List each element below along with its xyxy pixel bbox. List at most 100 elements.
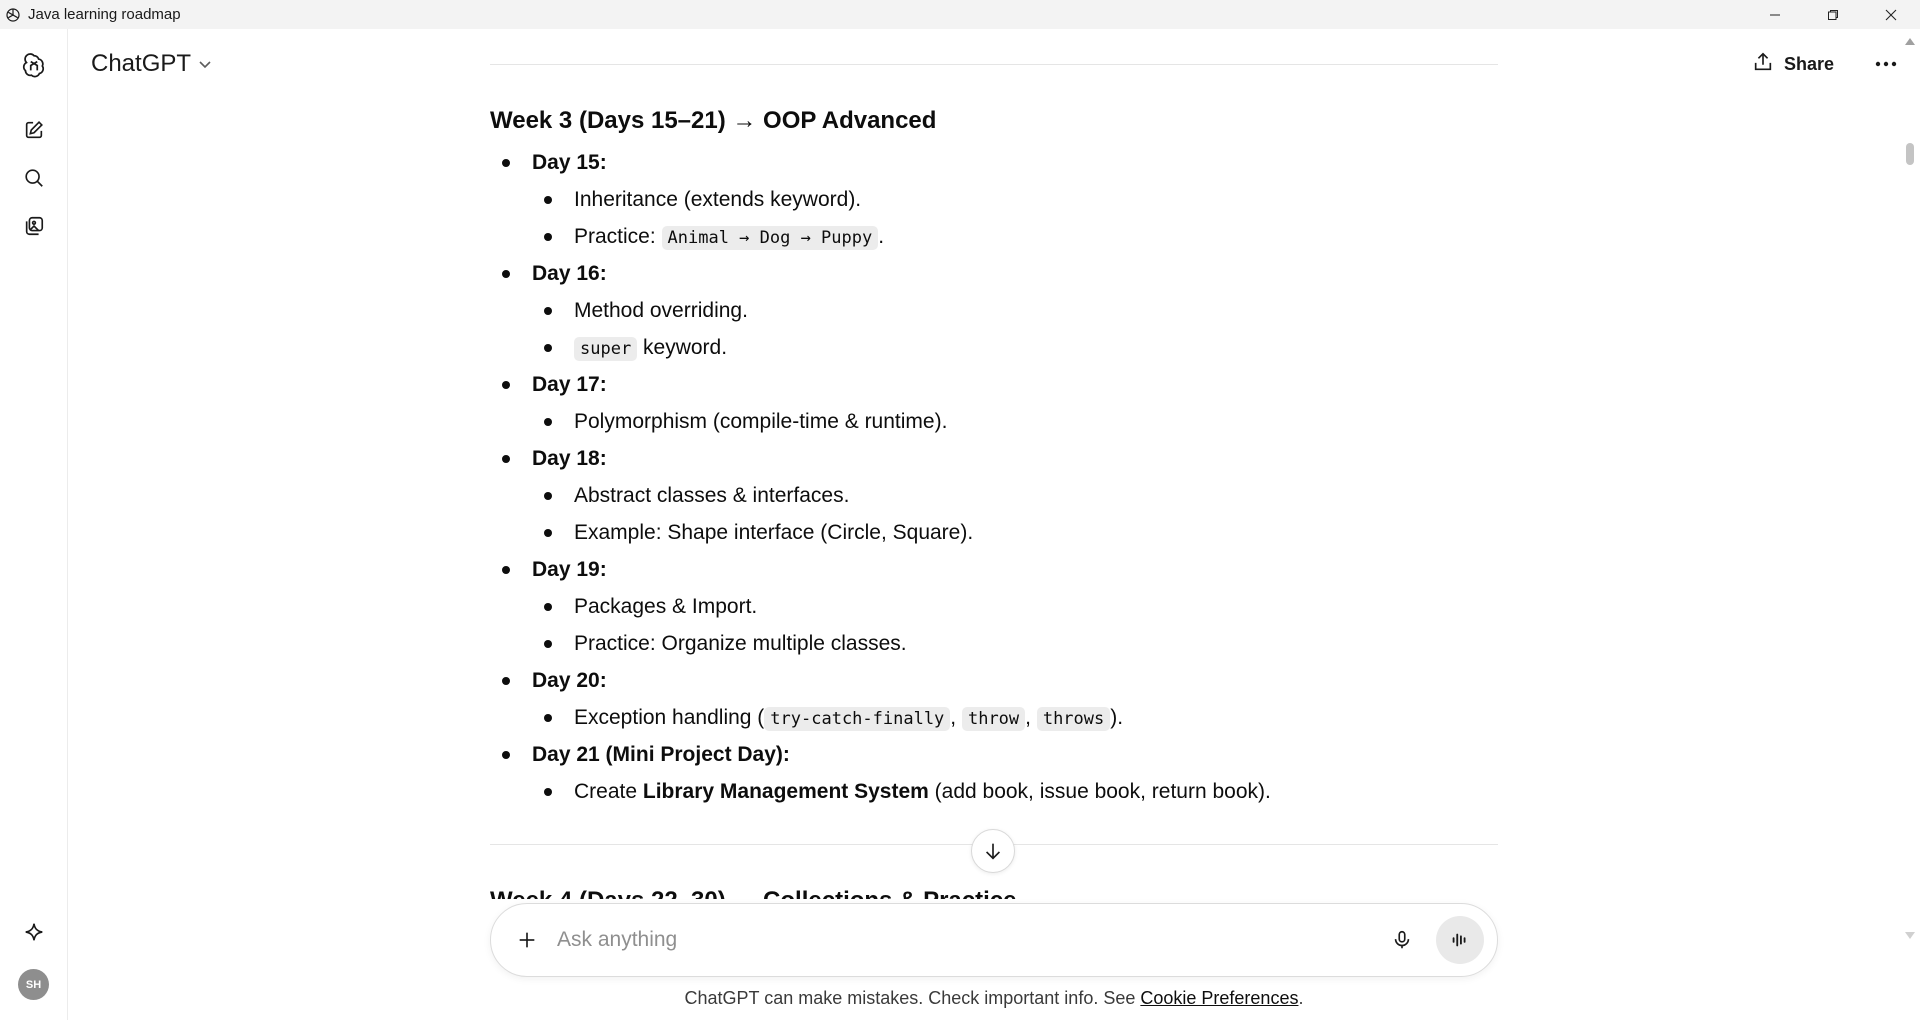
disclaimer-text: ChatGPT can make mistakes. Check importa… xyxy=(684,988,1141,1008)
user-avatar[interactable]: SH xyxy=(18,969,49,1000)
day17-label: Day 17: xyxy=(532,373,607,396)
add-attachment-button[interactable] xyxy=(505,918,549,962)
section-divider xyxy=(490,64,1498,65)
close-icon xyxy=(1885,9,1897,20)
text-fragment: , xyxy=(1025,706,1037,729)
day15-item2: Practice: Animal → Dog → Puppy. xyxy=(574,223,884,252)
voice-mode-button[interactable] xyxy=(1436,916,1484,964)
text-fragment: . xyxy=(1298,988,1304,1008)
search-icon xyxy=(25,169,43,187)
bullet xyxy=(544,196,552,204)
bullet xyxy=(544,714,552,722)
bullet xyxy=(544,233,552,241)
share-button[interactable]: Share xyxy=(1752,46,1834,82)
dictate-button[interactable] xyxy=(1380,918,1424,962)
day21-item1: Create Library Management System (add bo… xyxy=(574,778,1271,806)
conversation-area: Week 3 (Days 15–21) → OOP Advanced Day 1… xyxy=(490,29,1498,899)
window-titlebar: Java learning roadmap xyxy=(0,0,1920,29)
text-fragment: keyword. xyxy=(637,336,728,359)
scrollbar-down-arrow[interactable] xyxy=(1904,928,1916,946)
bullet xyxy=(502,566,510,574)
bold-text: Library Management System xyxy=(642,780,929,803)
bullet xyxy=(502,159,510,167)
upgrade-sparkle-button[interactable] xyxy=(14,912,54,952)
share-icon xyxy=(1752,51,1774,78)
arrow-down-icon xyxy=(985,843,1001,860)
images-library-icon xyxy=(25,216,44,236)
plus-icon xyxy=(519,932,535,948)
day18-label: Day 18: xyxy=(532,447,607,470)
day16-item2: super keyword. xyxy=(574,334,727,363)
disclaimer: ChatGPT can make mistakes. Check importa… xyxy=(490,988,1498,1009)
scrollbar-thumb[interactable] xyxy=(1906,143,1914,165)
voice-waveform-icon xyxy=(1452,933,1466,947)
ask-anything-input[interactable] xyxy=(557,928,1380,952)
day16-item1: Method overriding. xyxy=(574,299,748,322)
restore-icon xyxy=(1828,9,1838,20)
text-fragment: (add book, issue book, return book). xyxy=(928,780,1271,803)
inline-code: try-catch-finally xyxy=(764,707,951,731)
search-chats-button[interactable] xyxy=(14,158,54,198)
day20-label: Day 20: xyxy=(532,669,607,692)
bullet xyxy=(544,492,552,500)
day16-label: Day 16: xyxy=(532,262,607,285)
text-fragment: . xyxy=(878,225,885,248)
bullet xyxy=(502,677,510,685)
inline-code: Animal → Dog → Puppy xyxy=(661,226,879,250)
week4-heading: Week 4 (Days 22–30) → Collections & Prac… xyxy=(490,887,1016,899)
day20-item1: Exception handling (try-catch-finally, t… xyxy=(574,704,1123,733)
minimize-icon xyxy=(1770,14,1780,15)
chatgpt-home-button[interactable] xyxy=(14,46,54,86)
cookie-preferences-link[interactable]: Cookie Preferences xyxy=(1140,988,1298,1008)
day19-label: Day 19: xyxy=(532,558,607,581)
model-selector[interactable]: ChatGPT xyxy=(91,48,213,79)
inline-code: throws xyxy=(1036,707,1111,731)
day19-item1: Packages & Import. xyxy=(574,595,758,618)
day19-item2: Practice: Organize multiple classes. xyxy=(574,632,907,655)
restore-button[interactable] xyxy=(1804,0,1862,29)
new-chat-button[interactable] xyxy=(14,110,54,150)
bullet xyxy=(502,751,510,759)
scrollbar-up-arrow[interactable] xyxy=(1904,33,1916,51)
inline-code: throw xyxy=(961,707,1026,731)
text-fragment: , xyxy=(950,706,962,729)
bullet xyxy=(544,418,552,426)
bullet xyxy=(502,381,510,389)
text-fragment: Create xyxy=(574,780,643,803)
window-title: Java learning roadmap xyxy=(28,6,181,23)
bullet xyxy=(544,640,552,648)
more-options-button[interactable] xyxy=(1870,48,1902,80)
microphone-icon xyxy=(1394,930,1410,949)
left-sidebar-rail: SH xyxy=(0,29,68,1020)
bullet xyxy=(544,344,552,352)
week3-heading: Week 3 (Days 15–21) → OOP Advanced xyxy=(490,107,937,134)
day18-item2: Example: Shape interface (Circle, Square… xyxy=(574,521,974,544)
text-fragment: ). xyxy=(1110,706,1124,729)
day18-item1: Abstract classes & interfaces. xyxy=(574,484,850,507)
text-fragment: Practice: xyxy=(574,225,662,248)
chatgpt-logo-icon xyxy=(4,6,22,24)
share-label: Share xyxy=(1784,53,1835,74)
bullet xyxy=(502,270,510,278)
message-composer xyxy=(490,903,1498,977)
bullet xyxy=(544,603,552,611)
ellipsis-icon xyxy=(1875,61,1897,67)
bullet xyxy=(544,788,552,796)
new-chat-icon xyxy=(25,121,43,139)
scroll-to-bottom-button[interactable] xyxy=(971,829,1015,873)
bullet xyxy=(544,307,552,315)
close-window-button[interactable] xyxy=(1862,0,1920,29)
day15-item1: Inheritance (extends keyword). xyxy=(574,188,862,211)
day15-label: Day 15: xyxy=(532,151,607,174)
minimize-button[interactable] xyxy=(1746,0,1804,29)
day17-item1: Polymorphism (compile-time & runtime). xyxy=(574,410,948,433)
text-fragment: Exception handling ( xyxy=(574,706,765,729)
day21-label: Day 21 (Mini Project Day): xyxy=(532,743,790,766)
chevron-down-icon xyxy=(197,51,213,79)
model-label: ChatGPT xyxy=(91,49,192,77)
openai-logo-icon xyxy=(22,53,45,78)
inline-code: super xyxy=(574,337,638,361)
library-button[interactable] xyxy=(14,206,54,246)
bullet xyxy=(502,455,510,463)
sparkle-icon xyxy=(25,923,43,941)
